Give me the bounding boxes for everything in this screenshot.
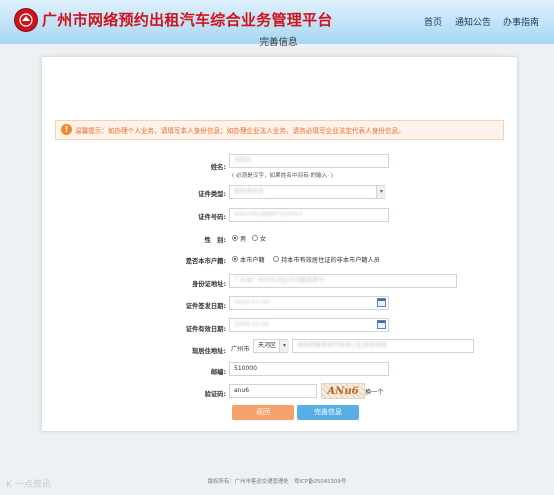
id-number-input[interactable]: 440106198807150023 (229, 208, 389, 222)
id-type-select[interactable]: 居民身份证 (229, 185, 385, 199)
nav-notices[interactable]: 通知公告 (455, 15, 491, 28)
current-address-label: 现居住地址: (191, 348, 226, 355)
address-detail-input[interactable]: 林和西路某某号某某小区某栋某房 (292, 339, 474, 353)
name-label: 姓名: (210, 164, 226, 171)
back-button[interactable]: 返回 (232, 405, 294, 420)
id-number-value: 440106198807150023 (234, 211, 303, 218)
gender-label: 性 别: (204, 237, 226, 244)
captcha-input[interactable]: anu6 (229, 384, 317, 398)
id-type-value: 居民身份证 (234, 188, 265, 195)
id-number-label: 证件号码: (198, 214, 226, 221)
local-resident-label: 本市户籍 (240, 257, 265, 264)
chevron-down-icon[interactable]: ▾ (279, 340, 289, 352)
calendar-icon[interactable] (377, 320, 386, 329)
issue-date-value: 2016-12-16 (234, 299, 269, 306)
captcha-label: 验证码: (204, 391, 226, 398)
local-residence-label: 是否本市户籍: (185, 258, 226, 265)
postcode-input[interactable]: 510000 (229, 362, 389, 376)
nonlocal-resident-radio[interactable] (273, 256, 279, 262)
name-input[interactable]: 刘晓东 (229, 154, 389, 168)
watermark: K 一点资讯 (6, 480, 51, 490)
card-title: 完善信息 (259, 37, 298, 48)
info-icon: ! (61, 124, 72, 135)
notice-banner: ! 温馨提示：如办理个人业务，请填写本人身份信息；如办理企业法人业务，请务必填写… (55, 120, 504, 140)
postcode-label: 邮编: (210, 369, 226, 376)
address-detail-value: 林和西路某某号某某小区某栋某房 (297, 342, 388, 349)
issue-date-label: 证件签发日期: (185, 303, 226, 310)
id-address-label: 身份证地址: (191, 281, 226, 288)
name-hint: ( 必须是汉字，如果姓名中间有·的输入· ) (232, 173, 333, 179)
gender-male-label: 男 (240, 236, 247, 243)
local-resident-radio[interactable] (232, 256, 238, 262)
site-title: 广州市网络预约出租汽车综合业务管理平台 (42, 11, 333, 29)
id-type-label: 证件类型: (198, 191, 226, 198)
id-address-input[interactable]: 广东省广州市天河区天河路某某号 (229, 274, 457, 288)
submit-button[interactable]: 完善信息 (297, 405, 359, 420)
gender-female-label: 女 (260, 236, 267, 243)
valid-date-label: 证件有效日期: (185, 326, 226, 333)
id-address-value: 广东省广州市天河区天河路某某号 (234, 277, 325, 284)
valid-date-value: 2026-12-16 (234, 321, 269, 328)
notice-text: 温馨提示：如办理个人业务，请填写本人身份信息；如办理企业法人业务，请务必填写企业… (75, 127, 405, 135)
captcha-value: anu6 (234, 387, 250, 394)
issue-date-input[interactable]: 2016-12-16 (229, 296, 389, 310)
nav-home[interactable]: 首页 (424, 15, 442, 28)
captcha-refresh-link[interactable]: 换一个 (365, 387, 384, 396)
calendar-icon[interactable] (377, 298, 386, 307)
logo-icon (14, 8, 38, 32)
gender-male-radio[interactable] (232, 235, 238, 241)
district-value: 天河区 (258, 342, 277, 349)
captcha-image[interactable]: ANu6 (321, 383, 365, 399)
nonlocal-resident-label: 持本市有效居住证的非本市户籍人员 (281, 257, 380, 264)
postcode-value: 510000 (234, 365, 257, 372)
chevron-down-icon[interactable]: ▾ (376, 186, 386, 198)
name-value: 刘晓东 (234, 157, 253, 164)
address-city: 广州市 (231, 346, 250, 353)
valid-date-input[interactable]: 2026-12-16 (229, 318, 389, 332)
gender-female-radio[interactable] (252, 235, 258, 241)
footer-copyright: 版权所有：广州市客运交通管理处 粤ICP备05045309号 (207, 479, 347, 485)
divider (55, 54, 502, 55)
nav-guide[interactable]: 办事指南 (503, 15, 539, 28)
